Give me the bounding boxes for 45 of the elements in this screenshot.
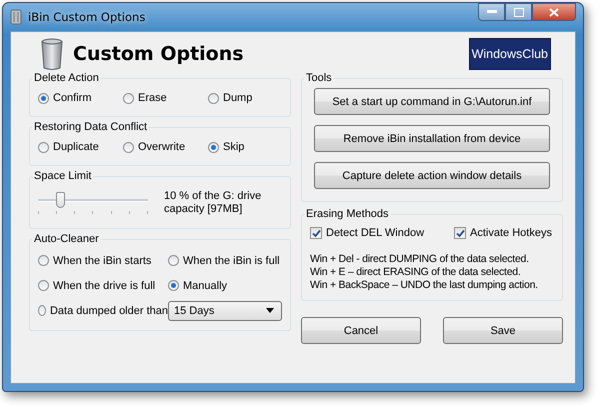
hotkey-description: Win + E – direct ERASING of the data selected.: [310, 266, 522, 279]
minimize-icon: [486, 10, 496, 14]
radio-button[interactable]: Confirm: [38, 92, 123, 104]
maximize-icon: [514, 8, 524, 16]
radio-button[interactable]: Data dumped older than: [38, 304, 168, 316]
slider-thumb[interactable]: [56, 192, 65, 208]
radio-button[interactable]: When the drive is full: [38, 280, 168, 292]
close-icon: [549, 8, 559, 16]
logo: WindowsClub: [468, 38, 551, 70]
dropdown[interactable]: 15 Days: [168, 300, 282, 320]
maximize-button[interactable]: [505, 3, 532, 21]
dialog-heading: Custom Options: [73, 43, 244, 65]
group-label: Restoring Data Conflict: [33, 121, 148, 133]
caret-icon: [266, 308, 274, 313]
radio-button[interactable]: Duplicate: [38, 141, 123, 153]
dialog-button[interactable]: Save: [443, 317, 563, 344]
minimize-button[interactable]: [478, 3, 505, 21]
group-label: Erasing Methods: [305, 208, 390, 220]
group-label: Tools: [305, 72, 333, 84]
radio-button[interactable]: Overwrite: [123, 141, 208, 153]
checkbox[interactable]: Detect DEL Window: [310, 227, 424, 239]
radio-button[interactable]: Erase: [123, 92, 208, 104]
trash-can-icon: [41, 38, 63, 70]
checkmark-icon: [312, 228, 320, 238]
radio-button[interactable]: Dump: [208, 92, 282, 104]
dialog-button[interactable]: Cancel: [301, 317, 421, 344]
radio-button[interactable]: Skip: [208, 141, 282, 153]
hotkey-description: Win + Del - direct DUMPING of the data selected.: [310, 253, 530, 266]
radio-button[interactable]: When the iBin is full: [168, 254, 282, 266]
hotkey-description: Win + BackSpace – UNDO the last dumping action.: [310, 279, 539, 292]
group-label: Auto-Cleaner: [33, 233, 100, 245]
slider[interactable]: [38, 191, 148, 215]
tool-button[interactable]: Set a start up command in G:\Autorun.inf: [314, 88, 550, 115]
tool-button[interactable]: Remove iBin installation from device: [314, 125, 550, 152]
group-label: Space Limit: [33, 170, 92, 182]
group-label: Delete Action: [33, 72, 100, 84]
radio-button[interactable]: When the iBin starts: [38, 254, 168, 266]
checkmark-icon: [456, 228, 465, 238]
radio-button[interactable]: Manually: [168, 280, 282, 292]
space-limit-reading: 10 % of the G: drive capacity [97MB]: [164, 190, 262, 216]
trash-can-icon: [10, 9, 22, 25]
checkbox[interactable]: Activate Hotkeys: [454, 227, 552, 239]
window-title: iBin Custom Options: [28, 10, 146, 24]
tool-button[interactable]: Capture delete action window details: [314, 162, 550, 189]
close-button[interactable]: [532, 3, 576, 21]
